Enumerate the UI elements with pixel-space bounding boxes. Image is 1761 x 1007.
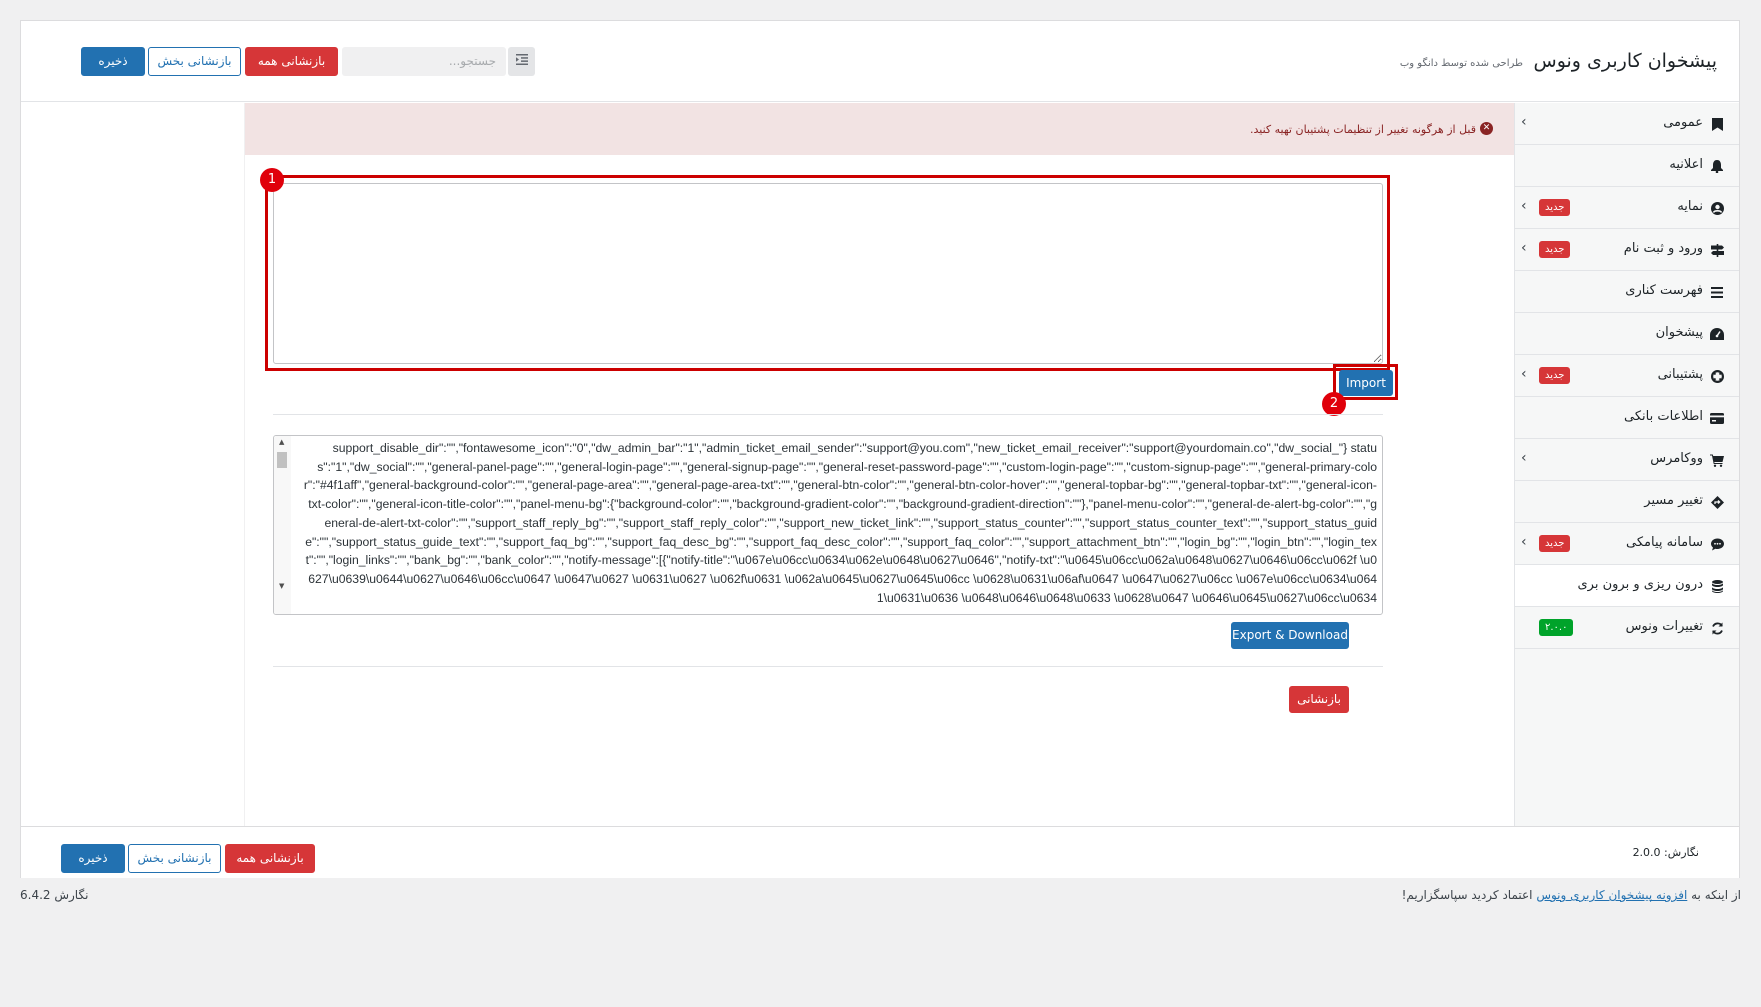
sms-icon — [1710, 537, 1724, 551]
chevron-right-icon[interactable]: › — [1521, 366, 1527, 382]
footer-thanks-prefix: از اینکه به — [1687, 888, 1741, 902]
sidebar-item-label: درون ریزی و برون بری — [1577, 577, 1703, 592]
sidebar-item[interactable]: پشتیبانی جدید › — [1515, 355, 1739, 397]
cart-icon — [1710, 453, 1724, 467]
import-textarea[interactable] — [273, 183, 1383, 364]
footer-reset-section-button[interactable]: بازنشانی بخش — [128, 844, 221, 873]
user-circle-icon — [1710, 201, 1724, 215]
search-input[interactable]: جستجو... — [342, 47, 506, 76]
version-badge: ۲.۰.۰ — [1539, 619, 1574, 636]
chevron-right-icon[interactable]: › — [1521, 114, 1527, 130]
chevron-right-icon[interactable]: › — [1521, 534, 1527, 550]
sidebar-item-label: نمایه — [1677, 199, 1703, 214]
section-divider — [273, 414, 1383, 415]
sidebar-item-label: تغییرات ونوس — [1625, 619, 1703, 634]
new-badge: جدید — [1539, 199, 1571, 216]
sidebar-item[interactable]: اعلانیه — [1515, 145, 1739, 187]
list-icon — [1710, 285, 1724, 299]
sidebar-item-label: تغییر مسیر — [1644, 493, 1703, 508]
sidebar-item-label: عمومی — [1663, 115, 1703, 130]
reset-all-button[interactable]: بازنشانی همه — [245, 47, 338, 76]
scroll-down-arrow-icon[interactable]: ▼ — [279, 582, 284, 590]
sidebar-item[interactable]: تغییرات ونوس ۲.۰.۰ — [1515, 607, 1739, 649]
new-badge: جدید — [1539, 367, 1571, 384]
credit-card-icon — [1710, 411, 1724, 425]
database-icon — [1710, 579, 1724, 593]
sidebar-item-label: فهرست کناری — [1625, 283, 1703, 298]
main-content: ✕ قبل از هرگونه تغییر از تنظیمات پشتیبان… — [245, 103, 1515, 826]
indent-icon — [515, 54, 528, 69]
panel-header: پیشخوان کاربری ونوس طراحی شده توسط دانگو… — [21, 21, 1739, 102]
alert-text: قبل از هرگونه تغییر از تنظیمات پشتیبان ت… — [1250, 123, 1476, 136]
chevron-right-icon[interactable]: › — [1521, 240, 1527, 256]
section-divider — [273, 666, 1383, 667]
signpost-icon — [1710, 243, 1724, 257]
page-subtitle: طراحی شده توسط دانگو وب — [1399, 58, 1523, 69]
sidebar-item-label: اطلاعات بانکی — [1623, 409, 1703, 424]
footer-reset-all-button[interactable]: بازنشانی همه — [225, 844, 315, 873]
new-badge: جدید — [1539, 241, 1571, 258]
wp-footer-thanks: از اینکه به افزونه پیشخوان کاربری ونوس ا… — [1402, 888, 1741, 902]
panel-footer: نگارش: 2.0.0 بازنشانی همه بازنشانی بخش ذ… — [21, 826, 1739, 878]
sidebar-item-label: اعلانیه — [1669, 157, 1703, 172]
footer-thanks-suffix: اعتماد کردید سپاسگزاریم! — [1401, 888, 1537, 902]
annotation-marker-1: 1 — [260, 168, 284, 192]
chevron-right-icon[interactable]: › — [1521, 450, 1527, 466]
sidebar-item[interactable]: سامانه پیامکی جدید › — [1515, 523, 1739, 565]
settings-sidebar: عمومی › اعلانیه نمایه جدید › ورود و ثبت نام جدی… — [1514, 103, 1739, 826]
new-badge: جدید — [1539, 535, 1571, 552]
sidebar-item[interactable]: نمایه جدید › — [1515, 187, 1739, 229]
close-circle-icon: ✕ — [1480, 122, 1493, 135]
bookmark-icon — [1710, 117, 1724, 131]
sidebar-item-label: ووکامرس — [1650, 451, 1703, 466]
dashboard-icon — [1710, 327, 1724, 341]
chevron-right-icon[interactable]: › — [1521, 198, 1527, 214]
wp-version: نگارش 6.4.2 — [20, 888, 89, 902]
reset-section-button[interactable]: بازنشانی بخش — [148, 47, 241, 76]
import-button[interactable]: Import — [1339, 370, 1393, 396]
footer-save-button[interactable]: ذخیره — [61, 844, 125, 873]
sidebar-item-label: سامانه پیامکی — [1626, 535, 1703, 550]
sidebar-item-label: ورود و ثبت نام — [1623, 241, 1703, 256]
backup-alert: ✕ قبل از هرگونه تغییر از تنظیمات پشتیبان… — [245, 103, 1515, 155]
sidebar-item[interactable]: فهرست کناری — [1515, 271, 1739, 313]
export-scrollbar[interactable]: ▲ ▼ — [274, 436, 291, 614]
sidebar-item-label: پشتیبانی — [1657, 367, 1703, 382]
sidebar-item[interactable]: تغییر مسیر — [1515, 481, 1739, 523]
page-edge — [1741, 0, 1761, 1007]
sidebar-item[interactable]: درون ریزی و برون بری — [1515, 565, 1739, 607]
sidebar-item[interactable]: ورود و ثبت نام جدید › — [1515, 229, 1739, 271]
save-button[interactable]: ذخیره — [81, 47, 145, 76]
annotation-marker-2: 2 — [1322, 392, 1346, 416]
export-download-button[interactable]: Export & Download — [1231, 622, 1349, 649]
scroll-thumb[interactable] — [277, 452, 287, 468]
sidebar-item[interactable]: ووکامرس › — [1515, 439, 1739, 481]
content-left-area — [21, 103, 245, 826]
export-json-text: support_disable_dir":"","fontawesome_ico… — [303, 441, 1377, 605]
sidebar-item[interactable]: پیشخوان — [1515, 313, 1739, 355]
scroll-up-arrow-icon[interactable]: ▲ — [279, 438, 284, 446]
search-toggle-button[interactable] — [508, 47, 535, 76]
sidebar-item-label: پیشخوان — [1655, 325, 1703, 340]
sidebar-item[interactable]: عمومی › — [1515, 103, 1739, 145]
page-title: پیشخوان کاربری ونوس — [1533, 50, 1718, 72]
settings-panel: پیشخوان کاربری ونوس طراحی شده توسط دانگو… — [20, 20, 1740, 878]
sidebar-item[interactable]: اطلاعات بانکی — [1515, 397, 1739, 439]
restore-button[interactable]: بازنشانی — [1289, 686, 1349, 713]
lifebuoy-icon — [1710, 369, 1724, 383]
bell-icon — [1710, 159, 1724, 173]
plugin-link[interactable]: افزونه پیشخوان کاربری ونوس — [1536, 888, 1687, 902]
diamond-arrow-icon — [1710, 495, 1724, 509]
export-textarea[interactable]: ▲ ▼ support_disable_dir":"","fontawesome… — [273, 435, 1383, 615]
refresh-icon — [1710, 621, 1724, 635]
plugin-version: نگارش: 2.0.0 — [1632, 846, 1699, 859]
